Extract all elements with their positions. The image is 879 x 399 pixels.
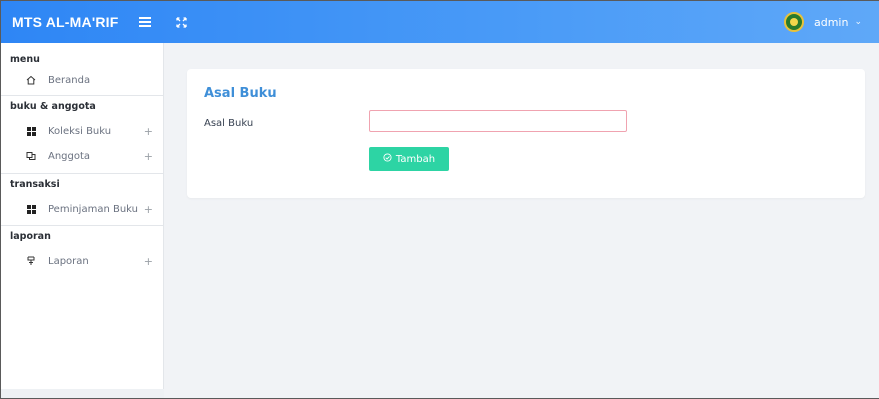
fullscreen-icon[interactable]: [174, 15, 188, 29]
asal-buku-label: Asal Buku: [204, 118, 254, 129]
sidebar-item-laporan[interactable]: Laporan +: [1, 249, 164, 273]
sidebar-item-koleksi-buku[interactable]: Koleksi Buku +: [1, 119, 164, 143]
app-brand[interactable]: MTS AL-MA'RIF: [12, 14, 134, 30]
sidebar-item-peminjaman-buku[interactable]: Peminjaman Buku +: [1, 197, 164, 221]
sidebar-item-anggota[interactable]: Anggota +: [1, 144, 164, 168]
sidebar-footer: [1, 389, 164, 398]
section-title-menu: menu: [10, 54, 40, 65]
fullscreen-icon-graphic: [175, 16, 187, 28]
sidebar-item-label: Koleksi Buku: [48, 125, 112, 137]
divider: [1, 95, 164, 96]
sidebar-item-label: Laporan: [48, 255, 89, 267]
school-logo-icon: [783, 12, 804, 32]
app-window: MTS AL-MA'RIF admin ⌄ menu Beranda buku …: [0, 0, 879, 399]
divider: [1, 225, 164, 226]
sidebar-item-label: Anggota: [48, 150, 91, 162]
divider: [1, 173, 164, 174]
grid-icon: [24, 202, 38, 216]
home-icon: [24, 73, 38, 87]
expand-plus-icon: +: [143, 149, 153, 163]
report-icon: [24, 254, 38, 268]
sidebar-item-label: Beranda: [48, 74, 91, 86]
user-menu[interactable]: admin ⌄: [783, 1, 862, 43]
chevron-down-icon: ⌄: [854, 17, 862, 27]
sidebar-item-beranda[interactable]: Beranda: [1, 68, 164, 92]
asal-buku-input[interactable]: [369, 110, 627, 132]
username: admin: [813, 15, 849, 29]
top-navbar: MTS AL-MA'RIF admin ⌄: [1, 1, 879, 43]
expand-plus-icon: +: [143, 202, 153, 216]
check-circle-icon: [383, 153, 392, 165]
section-title-transaksi: transaksi: [10, 179, 60, 190]
expand-plus-icon: +: [143, 124, 153, 138]
section-title-laporan: laporan: [10, 231, 51, 242]
grid-icon: [24, 124, 38, 138]
expand-plus-icon: +: [143, 254, 153, 268]
page-title: Asal Buku: [204, 86, 277, 101]
members-icon: [24, 149, 38, 163]
form-card: Asal Buku Asal Buku Tambah: [187, 69, 865, 198]
tambah-button-label: Tambah: [395, 153, 436, 165]
hamburger-icon[interactable]: [139, 17, 151, 27]
section-title-buku-anggota: buku & anggota: [10, 101, 96, 112]
main-content: Asal Buku Asal Buku Tambah: [164, 43, 879, 398]
sidebar-item-label: Peminjaman Buku: [48, 203, 138, 215]
sidebar: menu Beranda buku & anggota Koleksi Buku…: [1, 43, 164, 398]
tambah-button[interactable]: Tambah: [369, 147, 449, 171]
